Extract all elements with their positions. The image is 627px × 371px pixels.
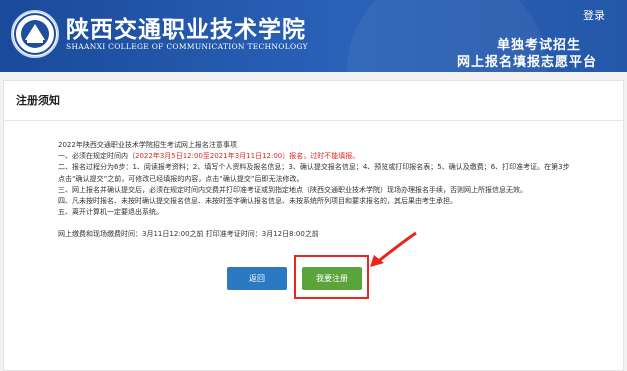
notice-text: 2022年陕西交通职业技术学院招生考试网上报名注意事项 一、必须在规定时间内（2… [58, 140, 618, 241]
panel-title: 注册须知 [4, 81, 623, 121]
notice-item-3: 三、网上报名并确认提交后，必须在规定时间内交费并打印准考证或到指定地点（陕西交通… [58, 185, 527, 194]
pointer-arrow-icon [370, 231, 417, 267]
notice-item-5: 五、离开计算机一定要退出系统。 [58, 208, 163, 217]
notice-item-2-line-1: 二、报名过程分为6步：1、阅读报考资料；2、填写个人资料及报名信息；3、确认提交… [58, 163, 570, 172]
notice-item-2-line-2: 点击“确认提交”之前，可修改已经填报的内容，点击“确认提交”后即无法修改。 [58, 174, 304, 183]
login-link[interactable]: 登录 [583, 7, 605, 23]
school-name-cn: 陕西交通职业技术学院 [66, 16, 306, 43]
back-button[interactable]: 返回 [227, 267, 287, 290]
notice-item-1: 一、必须在规定时间内（2022年3月5日12:00至2021年3月11日12:0… [58, 151, 618, 162]
notice-gap [58, 218, 618, 229]
school-name-en: SHAANXI COLLEGE OF COMMUNICATION TECHNOL… [66, 42, 308, 51]
notice-item-1-prefix: 一、必须在规定时间内（ [58, 152, 135, 161]
slogan-line-2: 网上报名填报志愿平台 [456, 55, 597, 70]
school-logo-icon [11, 10, 59, 58]
notice-title: 2022年陕西交通职业技术学院招生考试网上报名注意事项 [58, 141, 237, 149]
registration-notice-panel: 注册须知 2022年陕西交通职业技术学院招生考试网上报名注意事项 一、必须在规定… [3, 80, 624, 371]
site-header: 陕西交通职业技术学院 SHAANXI COLLEGE OF COMMUNICAT… [0, 0, 627, 72]
notice-item-4: 四、凡未按时报名、未按时确认提交报名信息、未按时签字确认报名信息、未按系统所列项… [58, 197, 457, 206]
highlight-box [294, 255, 369, 299]
deadline-line: 网上缴费和现场缴费时间：3月11日12:00之前 打印准考证时间：3月12日8:… [58, 230, 319, 239]
notice-item-1-highlight: 2022年3月5日12:00至2021年3月11日12:00）报名，过时不能填报… [135, 152, 360, 161]
